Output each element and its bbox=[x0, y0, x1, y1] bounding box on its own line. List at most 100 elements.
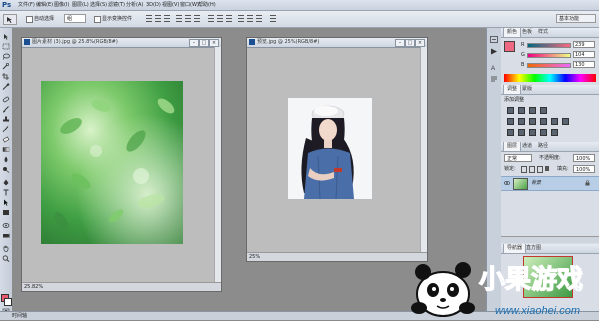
align-left-icon[interactable] bbox=[176, 15, 182, 22]
layer-row-background[interactable]: 背景 bbox=[501, 176, 599, 191]
lasso-tool-icon[interactable] bbox=[2, 53, 10, 60]
actions-icon[interactable] bbox=[490, 48, 498, 55]
levels-icon[interactable] bbox=[518, 107, 525, 114]
channel-mixer-icon[interactable] bbox=[562, 118, 569, 125]
menu-item[interactable]: 文件(F) bbox=[18, 0, 35, 10]
lock-image-icon[interactable] bbox=[529, 166, 535, 173]
document-1-zoom[interactable]: 25.82% bbox=[24, 283, 43, 291]
align-top-icon[interactable] bbox=[146, 15, 152, 22]
green-value-input[interactable]: 104 bbox=[573, 51, 595, 58]
blend-mode-select[interactable]: 正常 bbox=[504, 154, 532, 162]
color-balance-icon[interactable] bbox=[529, 118, 536, 125]
blue-value-input[interactable]: 130 bbox=[573, 61, 595, 68]
tool-preset-picker[interactable] bbox=[3, 14, 17, 25]
canvas-green-leaves[interactable] bbox=[41, 81, 183, 244]
distribute-bottom-icon[interactable] bbox=[226, 15, 232, 22]
quick-selection-tool-icon[interactable] bbox=[2, 63, 10, 70]
document-2-zoom[interactable]: 25% bbox=[249, 253, 260, 261]
align-vcenter-icon[interactable] bbox=[155, 15, 161, 22]
exposure-icon[interactable] bbox=[540, 107, 547, 114]
brush-tool-icon[interactable] bbox=[2, 106, 10, 113]
align-hcenter-icon[interactable] bbox=[185, 15, 191, 22]
brightness-contrast-icon[interactable] bbox=[507, 107, 514, 114]
blur-tool-icon[interactable] bbox=[2, 156, 10, 163]
zoom-tool-icon[interactable] bbox=[2, 255, 10, 262]
minimize-button[interactable]: – bbox=[395, 39, 405, 47]
document-2-scrollbar[interactable] bbox=[420, 47, 427, 253]
vibrance-icon[interactable] bbox=[507, 118, 514, 125]
selective-color-icon[interactable] bbox=[551, 129, 558, 136]
align-bottom-icon[interactable] bbox=[164, 15, 170, 22]
type-tool-icon[interactable] bbox=[2, 189, 10, 196]
black-white-icon[interactable] bbox=[540, 118, 547, 125]
dodge-tool-icon[interactable] bbox=[2, 166, 10, 173]
hand-tool-icon[interactable] bbox=[2, 245, 10, 252]
align-right-icon[interactable] bbox=[194, 15, 200, 22]
eyedropper-tool-icon[interactable] bbox=[2, 83, 10, 90]
menu-item[interactable]: 选择(S) bbox=[90, 0, 107, 10]
menu-item[interactable]: 3D(D) bbox=[146, 0, 161, 10]
lock-transparent-icon[interactable] bbox=[521, 166, 527, 173]
opacity-input[interactable]: 100% bbox=[573, 154, 595, 162]
lock-all-icon[interactable] bbox=[545, 166, 549, 171]
curves-icon[interactable] bbox=[529, 107, 536, 114]
3d-rotate-tool-icon[interactable] bbox=[2, 222, 10, 229]
distribute-right-icon[interactable] bbox=[256, 15, 262, 22]
tab-masks[interactable]: 蒙版 bbox=[519, 85, 535, 94]
gradient-map-icon[interactable] bbox=[540, 129, 547, 136]
tab-paths[interactable]: 路径 bbox=[535, 142, 551, 151]
green-slider[interactable] bbox=[527, 53, 571, 58]
visibility-eye-icon[interactable] bbox=[503, 180, 511, 186]
hue-saturation-icon[interactable] bbox=[518, 118, 525, 125]
minimize-button[interactable]: – bbox=[189, 39, 199, 47]
distribute-left-icon[interactable] bbox=[238, 15, 244, 22]
auto-align-icon[interactable] bbox=[270, 15, 276, 22]
spot-healing-tool-icon[interactable] bbox=[2, 96, 10, 103]
document-1-titlebar[interactable]: 图片素材 (3).jpg @ 25.8%(RGB/8#) – □ × bbox=[22, 38, 221, 48]
menu-item[interactable]: 编辑(E) bbox=[36, 0, 53, 10]
clone-stamp-tool-icon[interactable] bbox=[2, 116, 10, 123]
invert-icon[interactable] bbox=[507, 129, 514, 136]
crop-tool-icon[interactable] bbox=[2, 73, 10, 80]
posterize-icon[interactable] bbox=[518, 129, 525, 136]
document-1-scrollbar[interactable] bbox=[214, 47, 221, 283]
distribute-hcenter-icon[interactable] bbox=[247, 15, 253, 22]
red-value-input[interactable]: 239 bbox=[573, 41, 595, 48]
character-icon[interactable]: A bbox=[490, 64, 498, 72]
layer-name[interactable]: 背景 bbox=[531, 179, 541, 187]
menu-item[interactable]: 帮助(H) bbox=[198, 0, 216, 10]
distribute-vcenter-icon[interactable] bbox=[217, 15, 223, 22]
marquee-tool-icon[interactable] bbox=[2, 43, 10, 50]
paragraph-icon[interactable] bbox=[490, 76, 498, 83]
auto-select-target-select[interactable]: 组 bbox=[64, 14, 86, 23]
tab-swatches[interactable]: 色板 bbox=[519, 28, 535, 37]
tab-channels[interactable]: 通道 bbox=[519, 142, 535, 151]
maximize-button[interactable]: □ bbox=[199, 39, 209, 47]
color-panel-fg-swatch[interactable] bbox=[504, 41, 515, 52]
pen-tool-icon[interactable] bbox=[2, 179, 10, 186]
workspace-select[interactable]: 基本功能 bbox=[556, 14, 596, 23]
background-color-swatch[interactable] bbox=[4, 298, 12, 306]
blue-slider[interactable] bbox=[527, 63, 571, 68]
shape-tool-icon[interactable] bbox=[2, 209, 10, 216]
menu-item[interactable]: 滤镜(T) bbox=[108, 0, 125, 10]
threshold-icon[interactable] bbox=[529, 129, 536, 136]
photo-filter-icon[interactable] bbox=[551, 118, 558, 125]
path-selection-tool-icon[interactable] bbox=[2, 199, 10, 206]
canvas-portrait[interactable] bbox=[288, 98, 372, 199]
menu-item[interactable]: 视图(V) bbox=[162, 0, 179, 10]
auto-select-checkbox[interactable] bbox=[26, 16, 33, 23]
eraser-tool-icon[interactable] bbox=[2, 136, 10, 143]
history-brush-tool-icon[interactable] bbox=[2, 126, 10, 133]
close-button[interactable]: × bbox=[415, 39, 425, 47]
menu-item[interactable]: 分析(A) bbox=[126, 0, 143, 10]
show-transform-checkbox[interactable] bbox=[94, 16, 101, 23]
fill-input[interactable]: 100% bbox=[573, 165, 595, 173]
menu-item[interactable]: 图层(L) bbox=[72, 0, 89, 10]
3d-camera-tool-icon[interactable] bbox=[2, 232, 10, 239]
color-spectrum-bar[interactable] bbox=[504, 74, 596, 82]
document-2-titlebar[interactable]: 预览.jpg @ 25%(RGB/8#) – □ × bbox=[247, 38, 427, 48]
history-icon[interactable] bbox=[490, 36, 498, 43]
lock-position-icon[interactable] bbox=[537, 166, 543, 173]
gradient-tool-icon[interactable] bbox=[2, 146, 10, 153]
